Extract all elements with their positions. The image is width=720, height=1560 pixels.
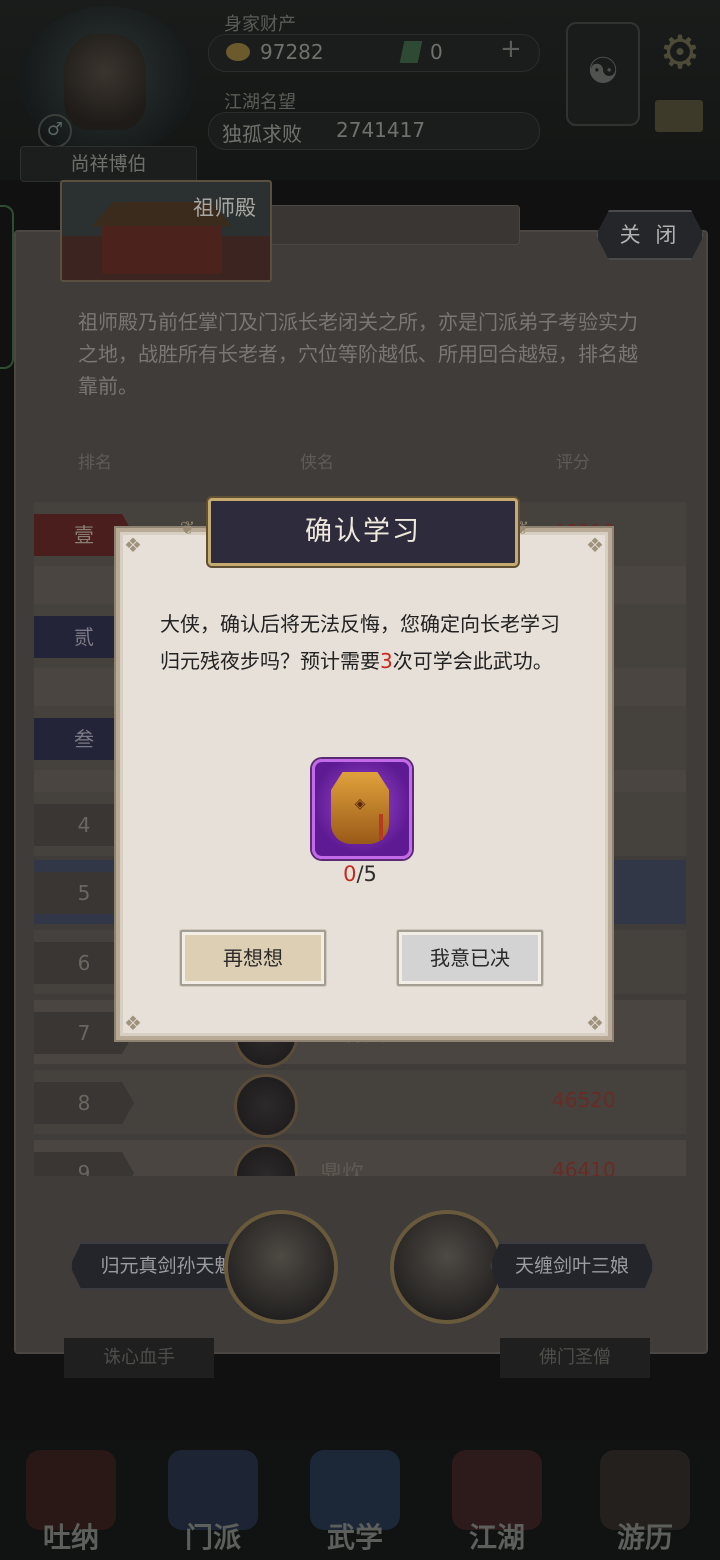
- tassel-icon: [379, 814, 383, 840]
- rank-score: 46520: [552, 1088, 616, 1112]
- item-count: 0/5: [310, 862, 410, 886]
- nav-martial[interactable]: 武学: [300, 1450, 410, 1554]
- side-frame: [0, 205, 14, 369]
- required-times: 3: [380, 649, 393, 673]
- corner-ornament: ❖: [586, 1011, 604, 1035]
- reputation-label: 江湖名望: [224, 92, 296, 113]
- table-row[interactable]: 9 鼎炊 46410: [34, 1140, 686, 1176]
- player-avatar[interactable]: [64, 34, 146, 130]
- wealth-label: 身家财产: [224, 14, 296, 35]
- avatar[interactable]: [234, 1144, 298, 1176]
- title-ornament-left: ❦: [180, 518, 196, 539]
- dialog-title: 确认学习: [208, 498, 518, 566]
- male-gender-icon: ♂: [38, 114, 72, 148]
- column-rank: 排名: [78, 453, 112, 473]
- taiji-icon[interactable]: ☯: [566, 22, 640, 126]
- nav-label: 武学: [326, 1521, 383, 1554]
- nav-label: 吐纳: [42, 1521, 99, 1554]
- add-currency-button[interactable]: +: [500, 34, 522, 64]
- corner-ornament: ❖: [124, 1011, 142, 1035]
- hall-building-illustration: [102, 226, 222, 274]
- panel-tab: [268, 205, 520, 245]
- wealth-box: [208, 34, 540, 72]
- table-row[interactable]: 8 46520: [34, 1070, 686, 1138]
- jade-value: 0: [430, 40, 443, 64]
- column-name: 侠名: [300, 453, 334, 473]
- hall-banner: 祖师殿: [60, 180, 272, 282]
- rank-name: 鼎炊: [320, 1162, 365, 1176]
- nav-sect[interactable]: 门派: [158, 1450, 268, 1554]
- player-title: 独孤求败: [222, 122, 302, 146]
- confirm-button[interactable]: 我意已决: [397, 930, 543, 986]
- nav-tuna[interactable]: 吐纳: [16, 1450, 126, 1554]
- rank-badge: 9: [34, 1152, 134, 1176]
- coin-value: 97282: [260, 40, 324, 64]
- elder-right-portrait[interactable]: [390, 1210, 504, 1324]
- message-part-2: 次可学会此武功。: [392, 649, 553, 673]
- cancel-button[interactable]: 再想想: [180, 930, 326, 986]
- corner-ornament: ❖: [586, 533, 604, 557]
- nav-label: 门派: [184, 1521, 241, 1554]
- rank-badge: 8: [34, 1082, 134, 1124]
- avatar[interactable]: [234, 1074, 298, 1138]
- coin-icon: [226, 43, 250, 61]
- nav-label: 江湖: [468, 1521, 525, 1554]
- item-count-current: 0: [343, 862, 357, 886]
- nav-label: 游历: [616, 1521, 673, 1554]
- column-score: 评分: [556, 453, 590, 473]
- player-name: 尚祥博伯: [20, 146, 197, 182]
- reputation-value: 2741417: [336, 118, 426, 142]
- elder-left-portrait[interactable]: [224, 1210, 338, 1324]
- rank-score: 46410: [552, 1158, 616, 1176]
- elder-right-name-2: 佛门圣僧: [500, 1338, 650, 1378]
- close-button[interactable]: 关 闭: [596, 210, 704, 260]
- nav-jianghu[interactable]: 江湖: [442, 1450, 552, 1554]
- item-count-total: /5: [356, 862, 377, 886]
- hall-title: 祖师殿: [193, 196, 256, 220]
- dialog-message: 大侠，确认后将无法反悔，您确定向长老学习归元残夜步吗？预计需要3次可学会此武功。: [160, 606, 560, 680]
- elder-right-name[interactable]: 天缠剑叶三娘: [490, 1242, 654, 1290]
- corner-ornament: ❖: [124, 533, 142, 557]
- mail-icon[interactable]: [655, 100, 703, 132]
- elder-left-name-2: 诛心血手: [64, 1338, 214, 1378]
- hall-description: 祖师殿乃前任掌门及门派长老闭关之所，亦是门派弟子考验实力之地，战胜所有长老者，穴…: [78, 310, 638, 398]
- nav-travel[interactable]: 游历: [590, 1450, 700, 1554]
- gear-icon[interactable]: ⚙: [652, 24, 708, 80]
- title-ornament-right: ❦: [514, 518, 530, 539]
- item-slot[interactable]: ◈: [312, 759, 412, 859]
